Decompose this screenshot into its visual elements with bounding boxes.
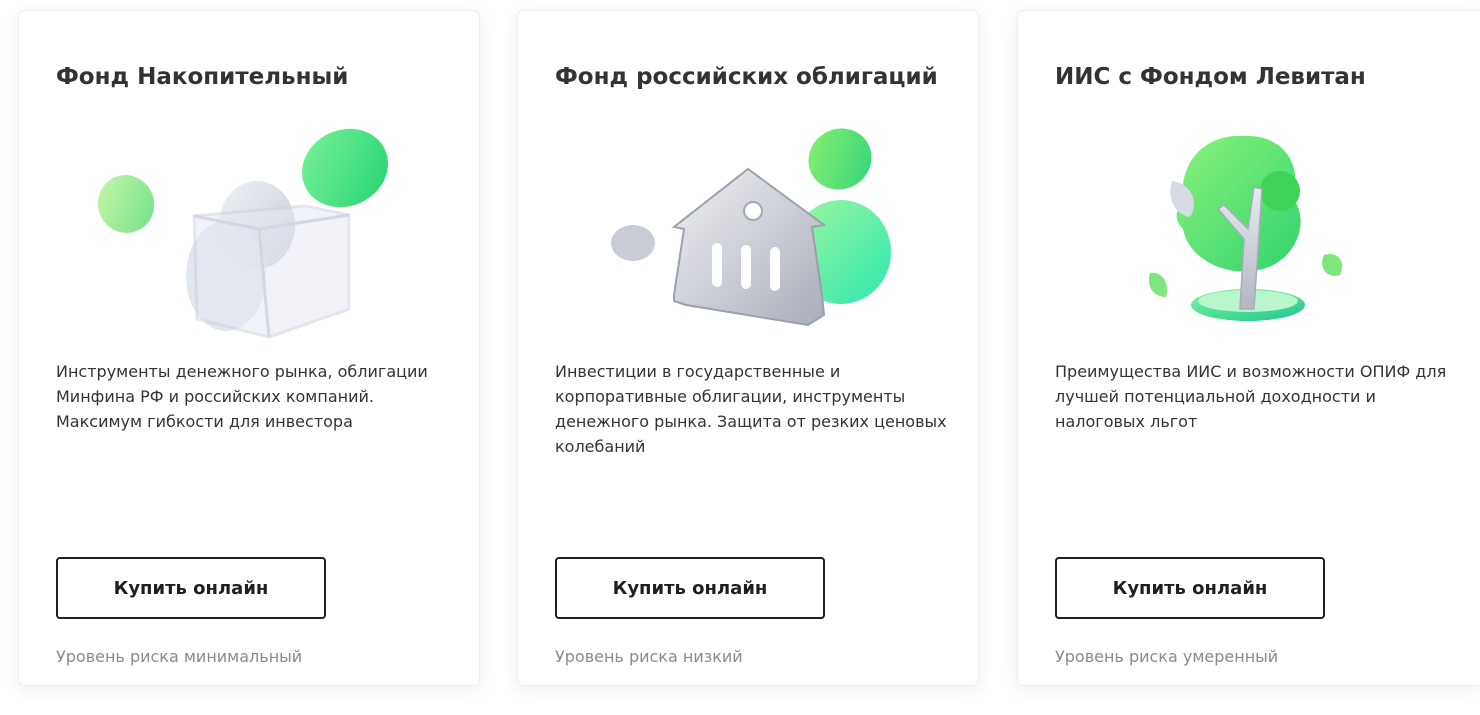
tree-with-leaves-icon [1148, 135, 1343, 321]
card-description: Инвестиции в государственные и корпорати… [555, 362, 947, 456]
card-title: Фонд российских облигаций [555, 64, 938, 90]
buy-online-button[interactable]: Купить онлайн [56, 557, 326, 619]
card-title: ИИС с Фондом Левитан [1055, 64, 1366, 90]
card-title: Фонд Накопительный [56, 64, 349, 90]
fund-card-rossiyskikh-obligatsiy: Фонд российских облигаций Инвестиции в г… [517, 10, 979, 686]
glass-box-with-coins-icon [97, 128, 388, 339]
fund-card-nakopitelny: Фонд Накопительный Инструменты денежного… [18, 10, 480, 686]
card-description: Инструменты денежного рынка, облигации М… [56, 362, 428, 431]
buy-online-button[interactable]: Купить онлайн [555, 557, 825, 619]
fund-cards: Фонд Накопительный Инструменты денежного… [0, 0, 1480, 715]
risk-level-label: Уровень риска низкий [555, 647, 743, 666]
buy-online-button[interactable]: Купить онлайн [1055, 557, 1325, 619]
card-description: Преимущества ИИС и возможности ОПИФ для … [1055, 362, 1447, 431]
risk-level-label: Уровень риска умеренный [1055, 647, 1279, 666]
bank-building-with-coins-icon [611, 128, 891, 327]
risk-level-label: Уровень риска минимальный [56, 647, 303, 666]
fund-card-iis-levitan: ИИС с Фондом Левитан Преимущества ИИС и … [1017, 10, 1480, 686]
